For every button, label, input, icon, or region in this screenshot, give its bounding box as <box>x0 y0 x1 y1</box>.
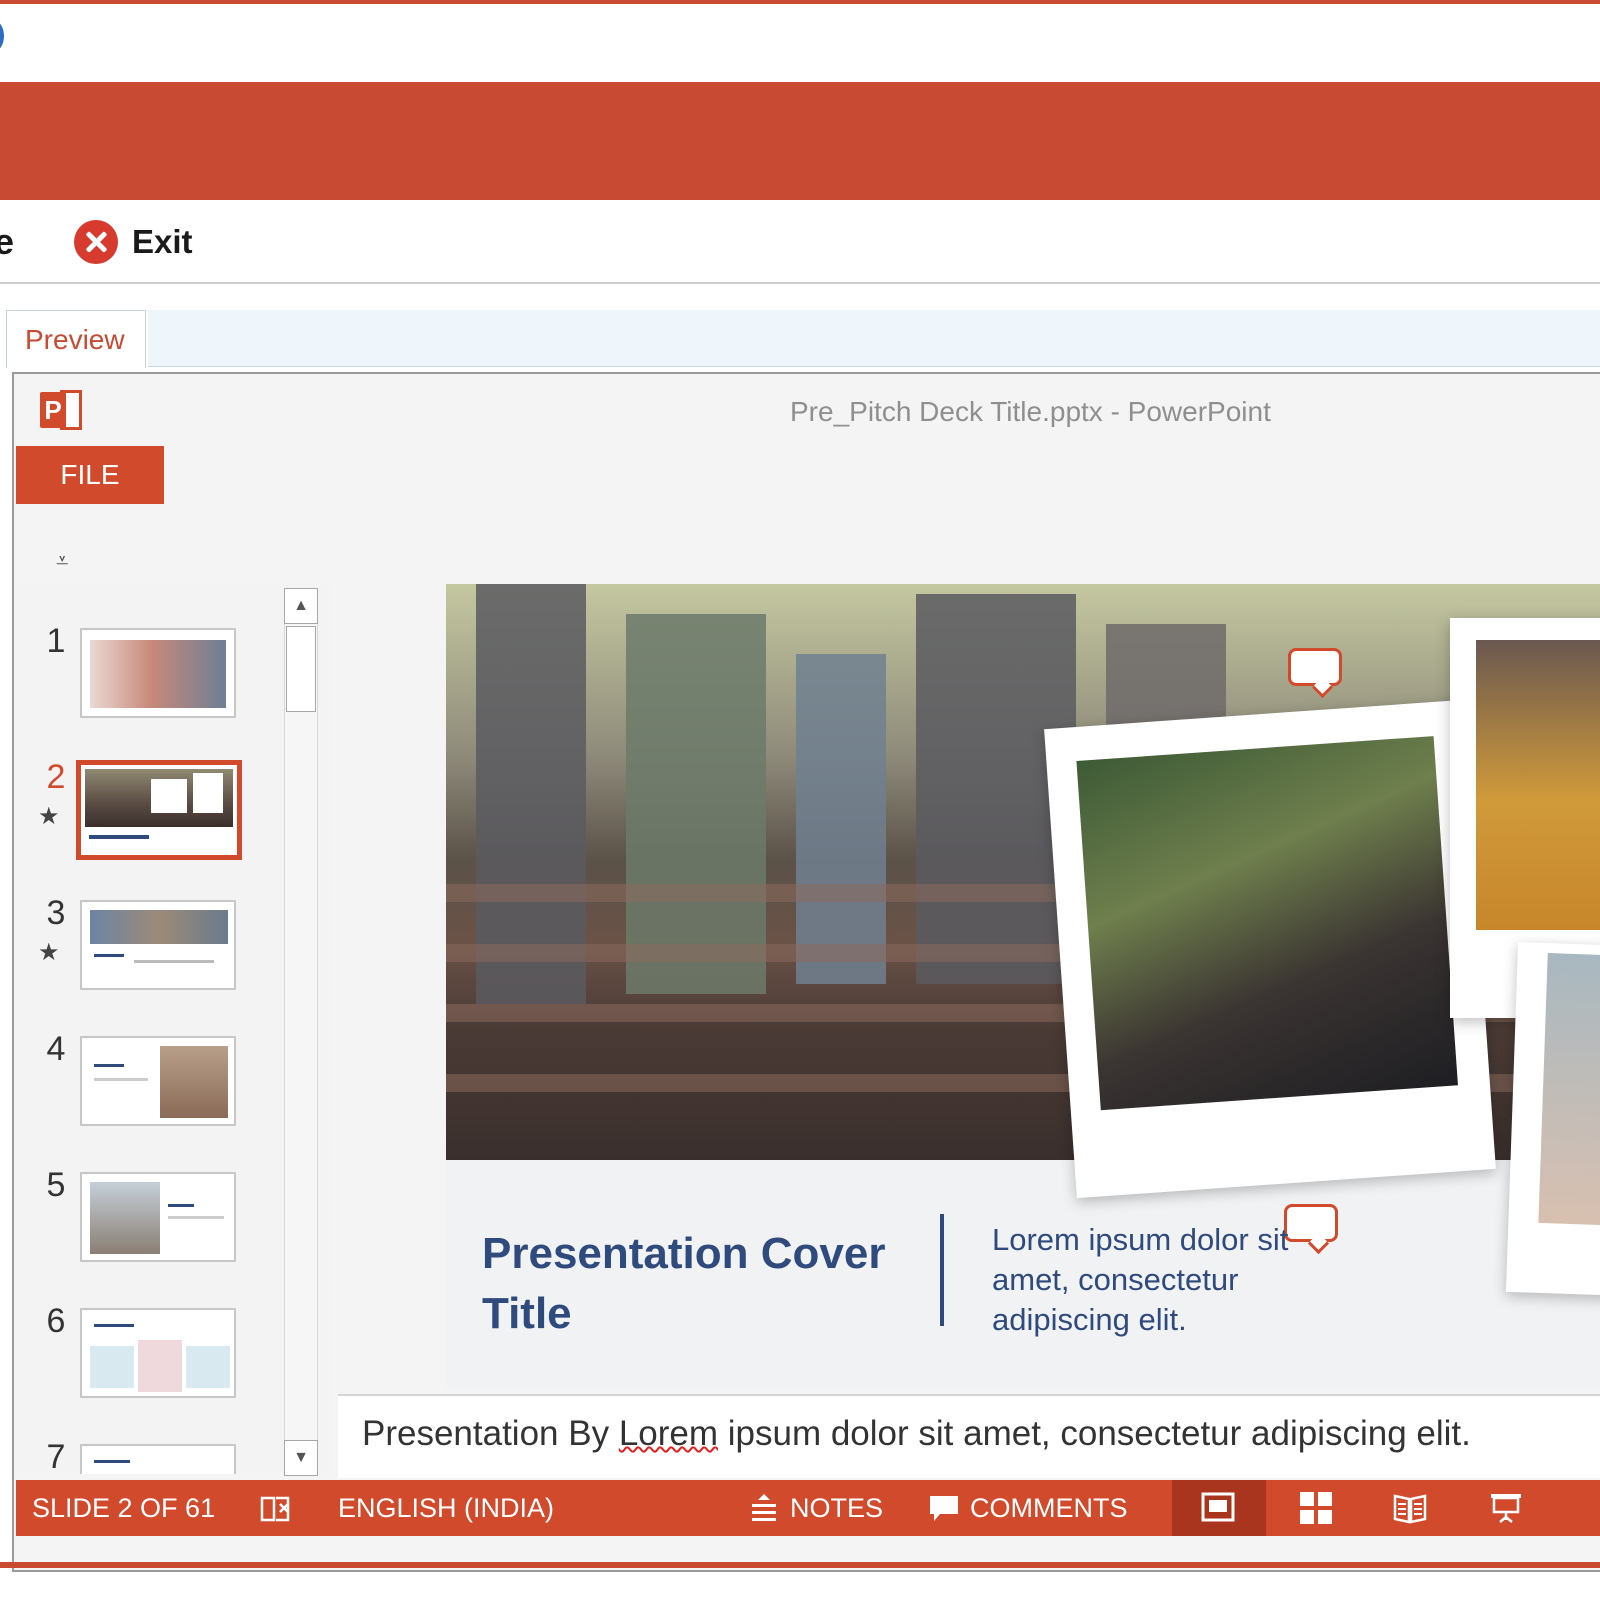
comments-icon <box>930 1496 958 1521</box>
spell-check-icon[interactable] <box>258 1490 294 1526</box>
view-normal-button[interactable] <box>1172 1480 1266 1536</box>
slide-thumbnail-3[interactable] <box>80 900 236 990</box>
slide-thumbnail-2[interactable] <box>76 760 242 860</box>
tab-bar-strip <box>148 310 1600 367</box>
toolbar-button-fragment[interactable]: e <box>0 220 14 264</box>
tab-preview-label: Preview <box>25 324 125 355</box>
misspelled-word: Lorem <box>618 1414 719 1453</box>
slide-sorter-icon[interactable] <box>1298 1490 1334 1526</box>
tab-preview[interactable]: Preview <box>6 310 146 368</box>
notes-suffix: ipsum dolor sit amet, consectetur adipis… <box>718 1414 1471 1453</box>
slide-thumbnail-1[interactable] <box>80 628 236 718</box>
thumb-number: 5 <box>46 1166 66 1204</box>
app-icon-fragment <box>0 20 4 52</box>
title-divider <box>940 1214 944 1326</box>
thumbnail-scrollbar[interactable] <box>284 588 318 1476</box>
slide-counter[interactable]: SLIDE 2 OF 61 <box>32 1480 215 1536</box>
scroll-down-arrow-icon[interactable]: ▼ <box>284 1440 318 1476</box>
exit-button[interactable]: Exit <box>74 218 193 266</box>
polaroid-photo-main <box>1044 699 1496 1199</box>
thumb-number: 3 <box>46 894 66 932</box>
exit-label: Exit <box>132 223 193 260</box>
language-indicator[interactable]: ENGLISH (INDIA) <box>338 1480 554 1536</box>
quick-access-dropdown-icon[interactable]: ⩡ <box>56 548 68 574</box>
notes-text[interactable]: Presentation By Lorem ipsum dolor sit am… <box>362 1414 1471 1454</box>
speech-bubble-icon <box>1288 648 1342 686</box>
bottom-accent-strip <box>0 1562 1600 1568</box>
slideshow-icon[interactable] <box>1488 1490 1524 1526</box>
thumb-number: 1 <box>46 622 66 660</box>
slide-thumbnail-6[interactable] <box>80 1308 236 1398</box>
window-title: Pre_Pitch Deck Title.pptx - PowerPoint <box>790 396 1271 427</box>
notes-icon <box>752 1494 776 1521</box>
close-circle-icon <box>74 220 118 264</box>
slide-canvas[interactable]: Presentation Cover Title Lorem ipsum dol… <box>446 584 1600 1388</box>
powerpoint-logo-icon: P <box>40 390 84 430</box>
slide-thumbnail-5[interactable] <box>80 1172 236 1262</box>
thumb-number: 4 <box>46 1030 66 1068</box>
normal-view-icon <box>1201 1492 1235 1522</box>
thumb-number: 6 <box>46 1302 66 1340</box>
top-accent-strip <box>0 0 1600 4</box>
header-banner <box>0 82 1600 200</box>
notes-button[interactable]: NOTES <box>790 1480 883 1536</box>
reading-view-icon[interactable] <box>1392 1490 1428 1526</box>
notes-prefix: Presentation By <box>362 1414 619 1453</box>
scrollbar-thumb[interactable] <box>286 626 316 712</box>
polaroid-photo-lower-right <box>1505 942 1600 1296</box>
status-bar: SLIDE 2 OF 61 ENGLISH (INDIA) NOTES COMM… <box>16 1480 1600 1536</box>
file-tab[interactable]: FILE <box>16 446 164 504</box>
slide-thumbnail-7[interactable] <box>80 1444 236 1474</box>
slide-title[interactable]: Presentation Cover Title <box>482 1224 922 1344</box>
scroll-up-arrow-icon[interactable]: ▲ <box>284 588 318 624</box>
animation-star-icon: ★ <box>38 803 60 830</box>
slide-thumbnail-4[interactable] <box>80 1036 236 1126</box>
comments-button[interactable]: COMMENTS <box>970 1480 1128 1536</box>
toolbar <box>0 200 1600 284</box>
slide-subtitle[interactable]: Lorem ipsum dolor sit amet, consectetur … <box>992 1220 1332 1340</box>
thumb-number-selected: 2 <box>46 758 66 796</box>
thumb-number: 7 <box>46 1438 66 1474</box>
animation-star-icon: ★ <box>38 939 60 966</box>
